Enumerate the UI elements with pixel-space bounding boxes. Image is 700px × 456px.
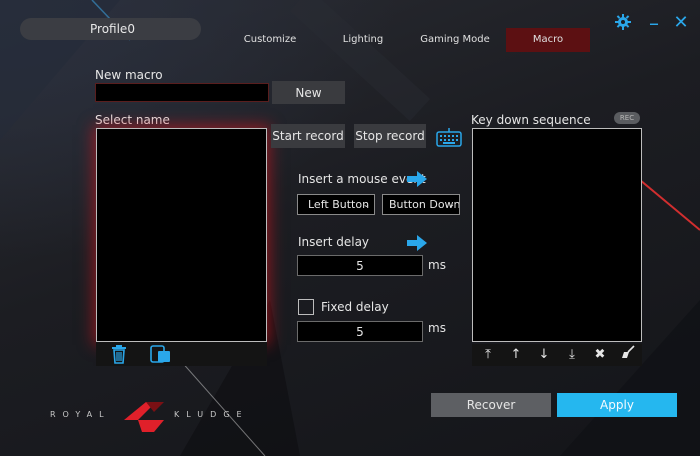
tab-lighting[interactable]: Lighting xyxy=(320,28,406,52)
copy-icon[interactable] xyxy=(150,344,172,368)
chevron-down-icon: ⌄ xyxy=(362,200,370,210)
new-macro-input[interactable] xyxy=(95,83,269,102)
tab-lighting-label: Lighting xyxy=(342,34,384,45)
profile-name: Profile0 xyxy=(90,22,135,36)
mouse-action-select[interactable]: Button Down ⌄ xyxy=(382,194,460,215)
new-macro-label: New macro xyxy=(95,68,163,82)
key-down-sequence-label: Key down sequence xyxy=(471,113,591,127)
fixed-delay-checkbox[interactable] xyxy=(298,299,314,315)
keyboard-icon[interactable] xyxy=(436,128,462,152)
apply-button[interactable]: Apply xyxy=(557,393,677,417)
new-button[interactable]: New xyxy=(272,81,345,104)
brand-text-left: ROYAL xyxy=(50,410,111,419)
stop-record-button[interactable]: Stop record xyxy=(354,124,426,148)
macro-window: Profile0 Customize Lighting Gaming Mode … xyxy=(0,0,700,456)
fixed-delay-unit: ms xyxy=(428,321,446,335)
move-up-icon[interactable]: ↑ xyxy=(502,345,530,365)
tab-gaming-mode[interactable]: Gaming Mode xyxy=(410,28,500,52)
mouse-button-select-value: Left Button xyxy=(308,198,370,211)
macro-list-toolbar xyxy=(96,342,267,366)
move-down-icon[interactable]: ↓ xyxy=(530,345,558,365)
tab-customize-label: Customize xyxy=(243,34,297,45)
rec-badge: REC xyxy=(614,112,640,124)
key-sequence-list[interactable] xyxy=(472,128,642,342)
tab-macro[interactable]: Macro xyxy=(506,28,590,52)
start-record-button[interactable]: Start record xyxy=(271,124,345,148)
fixed-delay-label: Fixed delay xyxy=(321,300,389,314)
insert-delay-label: Insert delay xyxy=(298,235,370,249)
profile-selector[interactable]: Profile0 xyxy=(20,18,201,40)
gear-icon[interactable] xyxy=(614,14,632,34)
clear-broom-icon[interactable] xyxy=(614,344,642,366)
chevron-down-icon: ⌄ xyxy=(447,200,455,210)
delete-icon[interactable]: ✖ xyxy=(586,345,614,365)
select-name-label: Select name xyxy=(95,113,170,127)
delay-unit: ms xyxy=(428,258,446,272)
tab-macro-label: Macro xyxy=(532,34,564,45)
tab-customize[interactable]: Customize xyxy=(226,28,314,52)
minimize-icon[interactable]: – xyxy=(645,13,663,33)
key-sequence-toolbar: ⤒ ↑ ↓ ⤓ ✖ xyxy=(472,344,642,366)
move-to-top-icon[interactable]: ⤒ xyxy=(474,345,502,365)
move-to-bottom-icon[interactable]: ⤓ xyxy=(558,345,586,365)
close-icon[interactable]: ✕ xyxy=(672,14,690,32)
brand-logo-icon xyxy=(124,398,170,438)
fixed-delay-input[interactable] xyxy=(297,321,423,342)
recover-button[interactable]: Recover xyxy=(431,393,551,417)
macro-name-list[interactable] xyxy=(96,128,267,342)
insert-mouse-event-arrow-icon[interactable] xyxy=(407,171,427,191)
brand-text-right: KLUDGE xyxy=(174,410,249,419)
tab-gaming-mode-label: Gaming Mode xyxy=(420,34,490,45)
mouse-button-select[interactable]: Left Button ⌄ xyxy=(297,194,375,215)
delay-input[interactable] xyxy=(297,255,423,276)
trash-icon[interactable] xyxy=(110,344,128,368)
insert-delay-arrow-icon[interactable] xyxy=(407,235,427,255)
